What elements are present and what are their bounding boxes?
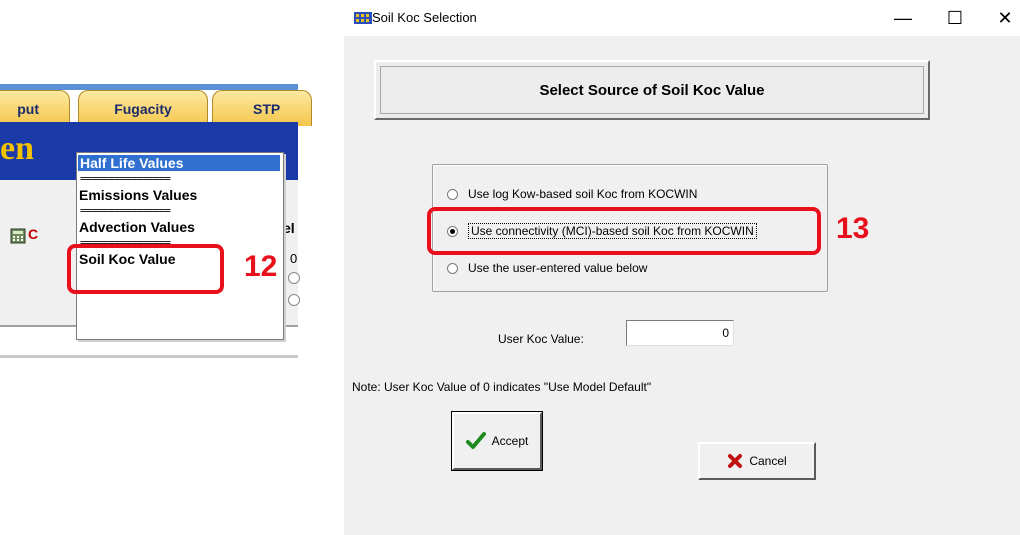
value-fragment: 0 xyxy=(290,251,298,266)
tab-output[interactable]: put xyxy=(0,90,70,126)
radio-label: Use the user-entered value below xyxy=(468,261,648,275)
highlight-box-13 xyxy=(427,207,821,255)
calculate-link-fragment[interactable]: C xyxy=(28,226,38,242)
menu-item-emissions-values[interactable]: Emissions Values xyxy=(79,187,197,203)
menu-item-half-life-values[interactable]: Half Life Values xyxy=(78,155,280,171)
menu-item-advection-values[interactable]: Advection Values xyxy=(79,219,195,235)
menu-separator: ================ xyxy=(80,204,171,217)
radio-label: Use log Kow-based soil Koc from KOCWIN xyxy=(468,187,698,201)
divider xyxy=(0,355,298,358)
dialog-header-panel: Select Source of Soil Koc Value xyxy=(374,60,930,120)
maximize-button[interactable]: ☐ xyxy=(940,4,970,32)
dialog-body: Select Source of Soil Koc Value Use log … xyxy=(344,36,1020,535)
close-button[interactable]: ✕ xyxy=(990,4,1020,32)
dialog-title: Soil Koc Selection xyxy=(372,10,477,25)
cancel-label: Cancel xyxy=(749,454,787,468)
app-icon xyxy=(354,12,372,24)
calculator-icon[interactable] xyxy=(10,228,26,244)
radio-button[interactable] xyxy=(447,262,458,274)
app-title-fragment: en xyxy=(0,130,34,167)
minimize-button[interactable]: — xyxy=(888,4,918,32)
maximize-icon: ☐ xyxy=(946,7,964,28)
user-koc-label: User Koc Value: xyxy=(498,332,584,346)
radio-fragment[interactable] xyxy=(288,272,300,284)
default-button-border xyxy=(451,411,543,471)
callout-number-13: 13 xyxy=(836,212,870,245)
radio-fragment[interactable] xyxy=(288,294,300,306)
header-panel-inner-border xyxy=(380,66,924,114)
menu-separator: ================ xyxy=(80,172,171,185)
cancel-x-icon xyxy=(728,454,743,468)
dialog-title-bar[interactable]: Soil Koc Selection — ☐ ✕ xyxy=(344,0,1020,36)
radio-option-log-kow[interactable]: Use log Kow-based soil Koc from KOCWIN xyxy=(447,187,697,201)
tab-strip: put Fugacity STP xyxy=(0,84,312,127)
user-koc-input[interactable] xyxy=(626,320,734,346)
callout-number-12: 12 xyxy=(244,250,278,283)
cancel-button[interactable]: Cancel xyxy=(698,442,816,480)
radio-button[interactable] xyxy=(447,188,458,200)
background-app-fragment: put Fugacity STP en C el 0 Half Life Val… xyxy=(0,80,312,370)
highlight-box-12 xyxy=(67,244,224,294)
minimize-icon: — xyxy=(894,7,912,28)
close-icon: ✕ xyxy=(997,7,1013,28)
koc-note: Note: User Koc Value of 0 indicates "Use… xyxy=(352,380,652,394)
field-label-fragment: el xyxy=(283,220,295,236)
tab-stp[interactable]: STP xyxy=(212,90,312,126)
accept-button[interactable]: Accept xyxy=(451,411,543,471)
radio-option-user-entered[interactable]: Use the user-entered value below xyxy=(447,261,647,275)
